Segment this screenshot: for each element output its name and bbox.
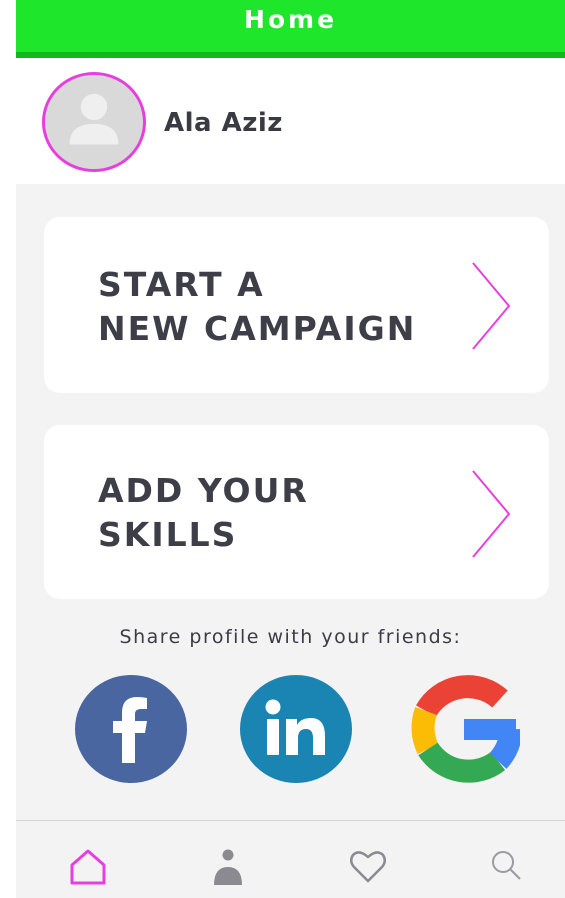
heart-icon: [350, 851, 386, 883]
facebook-share-button[interactable]: [75, 675, 187, 783]
start-campaign-card[interactable]: START A NEW CAMPAIGN: [44, 217, 549, 393]
nav-home[interactable]: [66, 845, 110, 889]
default-user-avatar-icon: [47, 75, 141, 169]
avatar[interactable]: [42, 72, 146, 172]
chevron-right-icon: [472, 262, 511, 350]
linkedin-icon: [240, 675, 352, 783]
top-bar: Home: [16, 0, 565, 58]
app-screen: Home Ala Aziz START A NEW CAMPAIGN ADD Y…: [16, 0, 565, 898]
search-icon: [492, 851, 521, 880]
google-icon: [411, 675, 520, 783]
profile-name: Ala Aziz: [164, 108, 283, 138]
person-icon: [214, 849, 242, 885]
add-skills-label-line1: ADD YOUR: [98, 471, 309, 510]
linkedin-share-button[interactable]: [240, 675, 352, 783]
start-campaign-label: START A NEW CAMPAIGN: [98, 263, 416, 351]
add-skills-label: ADD YOUR SKILLS: [98, 469, 309, 557]
bottom-nav: [16, 820, 565, 898]
start-campaign-label-line1: START A: [98, 265, 265, 304]
nav-favorites[interactable]: [346, 845, 390, 889]
chevron-right-icon: [472, 470, 511, 558]
nav-profile[interactable]: [206, 845, 250, 889]
start-campaign-label-line2: NEW CAMPAIGN: [98, 309, 417, 348]
page-title: Home: [243, 4, 338, 34]
google-share-button[interactable]: [408, 675, 520, 783]
nav-search[interactable]: [486, 845, 530, 889]
add-skills-card[interactable]: ADD YOUR SKILLS: [44, 425, 549, 599]
home-icon: [70, 849, 106, 885]
add-skills-label-line2: SKILLS: [98, 515, 238, 554]
share-label: Share profile with your friends:: [119, 626, 462, 648]
facebook-icon: [75, 675, 187, 783]
profile-header[interactable]: Ala Aziz: [16, 58, 565, 184]
